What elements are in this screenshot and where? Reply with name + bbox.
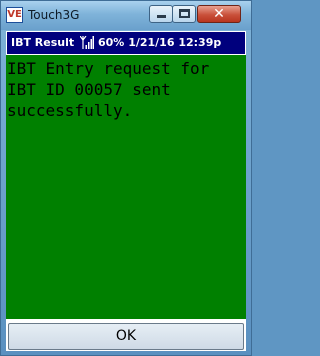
maximize-icon (179, 9, 190, 18)
status-date: 1/21/16 (128, 36, 175, 49)
message-panel: IBT Entry request for IBT ID 00057 sent … (6, 55, 246, 319)
status-time: 12:39p (178, 36, 222, 49)
window-title: Touch3G (28, 8, 80, 22)
result-message: IBT Entry request for IBT ID 00057 sent … (7, 59, 210, 120)
close-icon: ✕ (213, 6, 225, 22)
status-bar: IBT Result 60% 1/21/16 12:39p (6, 31, 246, 55)
ok-button[interactable]: OK (8, 323, 244, 350)
minimize-button[interactable] (149, 5, 173, 23)
maximize-button[interactable] (172, 5, 196, 23)
screen-title: IBT Result (11, 36, 75, 49)
signal-strength-icon (80, 36, 94, 49)
app-icon: VE (6, 7, 23, 23)
close-button[interactable]: ✕ (197, 5, 241, 23)
client-area: IBT Result 60% 1/21/16 12:39p IBT Entry … (6, 31, 246, 351)
minimize-icon (157, 15, 166, 18)
battery-level: 60% (98, 36, 125, 49)
status-info: 60% 1/21/16 12:39p (98, 36, 221, 50)
title-bar[interactable]: VE Touch3G ✕ (1, 1, 251, 30)
app-window: VE Touch3G ✕ IBT Result 60% 1/21/16 12:3… (0, 0, 252, 356)
